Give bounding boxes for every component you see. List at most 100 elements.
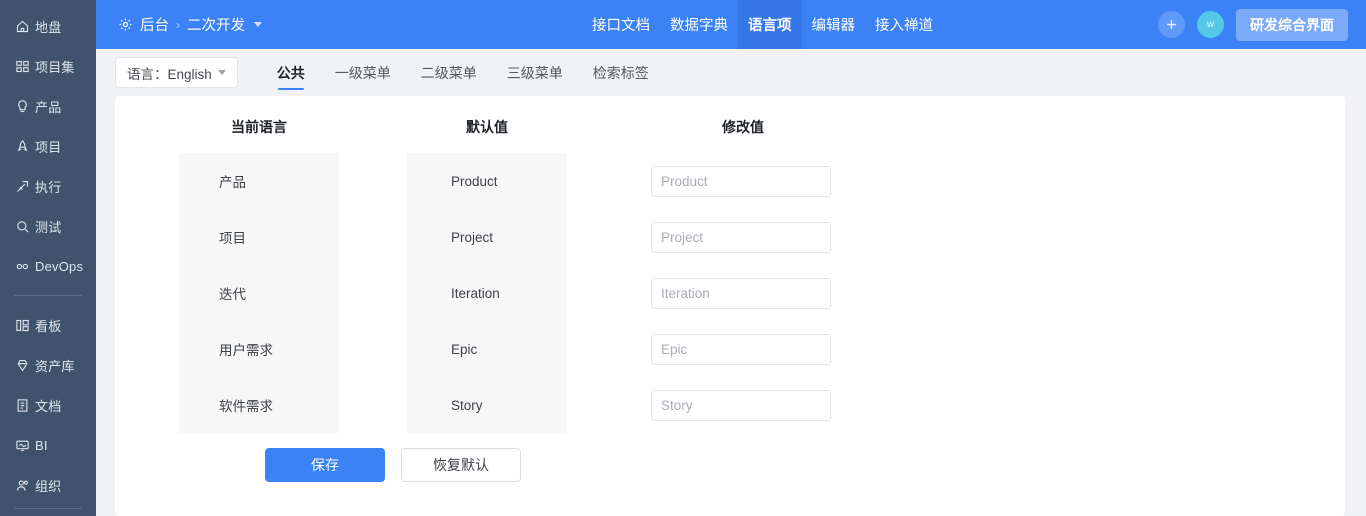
modified-value-input-iteration[interactable] [651, 277, 831, 309]
sidebar-item-label: 测试 [35, 219, 62, 235]
kanban-icon [14, 317, 30, 333]
column-current-language: 产品 项目 迭代 用户需求 软件需求 [179, 153, 339, 433]
list-item [651, 209, 831, 265]
tab-level1-menu[interactable]: 一级菜单 [320, 49, 406, 96]
sidebar-item-label: 产品 [35, 99, 62, 115]
rocket-icon [14, 138, 30, 154]
header-nav-editor[interactable]: 编辑器 [802, 0, 866, 49]
sidebar-item-label: 文档 [35, 398, 62, 414]
sidebar-divider-bottom [14, 508, 82, 509]
column-default-value: Product Project Iteration Epic Story [407, 153, 567, 433]
tab-public[interactable]: 公共 [262, 49, 320, 96]
people-icon [14, 477, 30, 493]
table-row: 产品 [219, 175, 246, 190]
document-icon [14, 397, 30, 413]
language-select[interactable]: 语言：English [115, 57, 238, 88]
sidebar-divider [14, 295, 82, 296]
grid-icon [14, 58, 30, 74]
diamond-icon [14, 357, 30, 373]
lightbulb-icon [14, 98, 30, 114]
sidebar-item-programs[interactable]: 项目集 [0, 46, 96, 86]
sidebar-item-label: DevOps [35, 258, 84, 274]
list-item [651, 377, 831, 433]
header-nav-zentao[interactable]: 接入禅道 [865, 0, 943, 49]
tab-level3-menu[interactable]: 三级菜单 [492, 49, 578, 96]
header-nav-data-dictionary[interactable]: 数据字典 [660, 0, 738, 49]
table-row: Project [451, 229, 494, 245]
modified-value-input-story[interactable] [651, 389, 831, 421]
header-nav-language-items[interactable]: 语言项 [738, 0, 802, 49]
plus-icon [1164, 17, 1179, 32]
tab-search-labels[interactable]: 检索标签 [578, 49, 664, 96]
app-root: 地盘 项目集 产品 项目 执行 测试 DevOps 看板 资产库 文档 BI 组… [0, 0, 1366, 516]
content-area: 后台 › 二次开发 接口文档 数据字典 语言项 编辑器 接入禅道 w 研发综合界… [96, 0, 1366, 516]
table-row: 用户需求 [219, 343, 273, 358]
breadcrumb-root[interactable]: 后台 [140, 14, 169, 35]
header-nav: 接口文档 数据字典 语言项 编辑器 接入禅道 [582, 0, 943, 49]
sidebar-item-assets[interactable]: 资产库 [0, 345, 96, 385]
sidebar-item-devops[interactable]: DevOps [0, 246, 96, 286]
tab-level2-menu[interactable]: 二级菜单 [406, 49, 492, 96]
table-row: 项目 [219, 231, 246, 246]
restore-default-button[interactable]: 恢复默认 [401, 448, 521, 482]
sub-toolbar: 语言：English 公共 一级菜单 二级菜单 三级菜单 检索标签 [96, 49, 1366, 96]
workspace-switch-button[interactable]: 研发综合界面 [1236, 8, 1348, 41]
home-icon [14, 18, 30, 34]
sidebar-item-docs[interactable]: 文档 [0, 385, 96, 425]
save-button[interactable]: 保存 [265, 448, 385, 482]
table-row: 迭代 [219, 287, 246, 302]
main-sidebar: 地盘 项目集 产品 项目 执行 测试 DevOps 看板 资产库 文档 BI 组… [0, 0, 96, 516]
sidebar-item-label: 地盘 [35, 19, 62, 35]
header-right-actions: w 研发综合界面 [1158, 0, 1366, 49]
sidebar-item-label: 执行 [35, 179, 62, 195]
top-header: 后台 › 二次开发 接口文档 数据字典 语言项 编辑器 接入禅道 w 研发综合界… [96, 0, 1366, 49]
column-header-default-value: 默认值 [466, 119, 508, 135]
header-nav-api-docs[interactable]: 接口文档 [582, 0, 660, 49]
sidebar-item-label: 组织 [35, 478, 62, 494]
sidebar-item-label: 看板 [35, 318, 62, 334]
language-items-grid: 产品 项目 迭代 用户需求 软件需求 Product Project Itera… [115, 153, 1345, 433]
sidebar-item-label: 项目 [35, 139, 62, 155]
form-actions: 保存 恢复默认 [265, 448, 1345, 482]
sidebar-item-home[interactable]: 地盘 [0, 6, 96, 46]
sidebar-item-label: 资产库 [35, 358, 75, 374]
avatar[interactable]: w [1197, 11, 1224, 38]
breadcrumb-current[interactable]: 二次开发 [187, 14, 245, 35]
modified-value-input-project[interactable] [651, 221, 831, 253]
column-header-current-language: 当前语言 [231, 119, 287, 135]
sidebar-item-kanban[interactable]: 看板 [0, 305, 96, 345]
sidebar-item-bi[interactable]: BI [0, 425, 96, 465]
table-row: Product [451, 173, 498, 189]
table-row: Iteration [451, 285, 500, 301]
magnifier-icon [14, 218, 30, 234]
add-button[interactable] [1158, 11, 1185, 38]
dart-icon [14, 178, 30, 194]
sidebar-item-label: 项目集 [35, 59, 75, 75]
modified-value-input-epic[interactable] [651, 333, 831, 365]
column-modified-value [651, 153, 831, 433]
breadcrumb: 后台 › 二次开发 [96, 0, 262, 49]
list-item [651, 321, 831, 377]
table-row: Epic [451, 341, 478, 357]
table-row: 软件需求 [219, 399, 273, 414]
column-headers: 当前语言 默认值 修改值 [115, 96, 1345, 137]
monitor-icon [14, 437, 30, 453]
table-row: Story [451, 397, 483, 413]
infinity-icon [14, 258, 30, 274]
column-header-modified-value: 修改值 [722, 119, 764, 135]
breadcrumb-separator: › [176, 17, 180, 32]
sidebar-item-organization[interactable]: 组织 [0, 465, 96, 505]
modified-value-input-product[interactable] [651, 165, 831, 197]
chevron-down-icon [217, 70, 226, 75]
chevron-down-icon[interactable] [254, 22, 262, 27]
section-tabs: 公共 一级菜单 二级菜单 三级菜单 检索标签 [262, 49, 664, 96]
sidebar-item-label: BI [35, 437, 48, 453]
list-item [651, 153, 831, 209]
gear-icon [118, 17, 133, 32]
language-items-card: 当前语言 默认值 修改值 产品 项目 迭代 用户需求 软件需求 Product … [115, 96, 1345, 516]
sidebar-item-test[interactable]: 测试 [0, 206, 96, 246]
sidebar-item-product[interactable]: 产品 [0, 86, 96, 126]
sidebar-item-project[interactable]: 项目 [0, 126, 96, 166]
sidebar-item-execution[interactable]: 执行 [0, 166, 96, 206]
list-item [651, 265, 831, 321]
